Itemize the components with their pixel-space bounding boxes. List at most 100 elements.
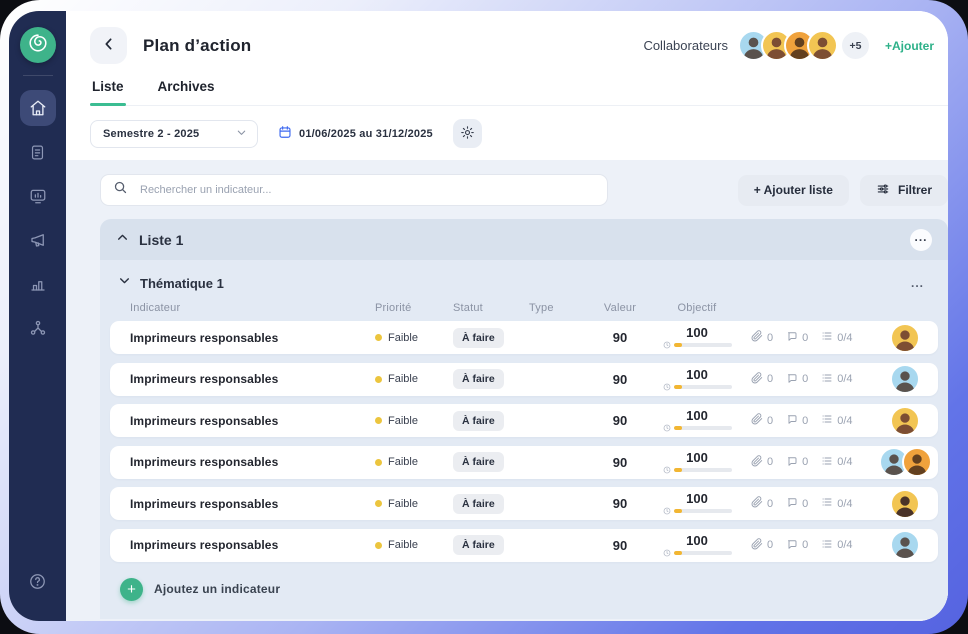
paperclip-icon xyxy=(751,496,763,511)
avatar-group[interactable] xyxy=(879,447,938,477)
add-indicator-row[interactable]: + Ajoutez un indicateur xyxy=(120,578,938,601)
checklist-meta[interactable]: 0/4 xyxy=(821,496,852,511)
avatar-group[interactable] xyxy=(890,364,926,394)
list-section-header[interactable]: Liste 1 ... xyxy=(100,219,948,260)
value-cell: 90 xyxy=(589,455,651,470)
sidebar-item-network[interactable] xyxy=(20,310,56,346)
status-cell: À faire xyxy=(453,452,529,472)
attachments-meta[interactable]: 0 xyxy=(751,330,773,345)
add-collaborator-button[interactable]: +Ajouter xyxy=(885,39,934,53)
value-cell: 90 xyxy=(589,538,651,553)
col-statut: Statut xyxy=(453,302,529,314)
attachments-meta[interactable]: 0 xyxy=(751,372,773,387)
plus-icon[interactable]: + xyxy=(120,578,143,601)
checklist-meta[interactable]: 0/4 xyxy=(821,330,852,345)
back-button[interactable] xyxy=(90,27,127,64)
progress-bar xyxy=(674,426,732,430)
comments-count: 0 xyxy=(802,456,808,468)
device-frame: Plan d’action Collaborateurs +5 +Ajouter… xyxy=(0,0,968,634)
attachments-meta[interactable]: 0 xyxy=(751,538,773,553)
search-input[interactable] xyxy=(138,183,595,197)
table-row[interactable]: Imprimeurs responsables Faible À faire 9… xyxy=(110,404,938,437)
filter-button[interactable]: Filtrer xyxy=(860,175,948,206)
attachments-meta[interactable]: 0 xyxy=(751,455,773,470)
checklist-count: 0/4 xyxy=(837,332,852,344)
checklist-meta[interactable]: 0/4 xyxy=(821,413,852,428)
filter-button-label: Filtrer xyxy=(898,183,932,197)
sidebar-divider xyxy=(23,75,53,76)
table-row[interactable]: Imprimeurs responsables Faible À faire 9… xyxy=(110,321,938,354)
avatar-group[interactable] xyxy=(890,406,926,436)
comments-meta[interactable]: 0 xyxy=(786,330,808,345)
comments-meta[interactable]: 0 xyxy=(786,455,808,470)
clock-icon xyxy=(663,507,671,515)
table-row[interactable]: Imprimeurs responsables Faible À faire 9… xyxy=(110,529,938,562)
theme-more-button[interactable]: ... xyxy=(905,275,930,291)
tab-archives[interactable]: Archives xyxy=(156,79,217,105)
collaborator-avatars[interactable] xyxy=(738,30,838,61)
meta-cell: 0 0 0/4 xyxy=(751,496,879,511)
list-more-button[interactable]: ... xyxy=(910,229,932,251)
checklist-count: 0/4 xyxy=(837,373,852,385)
document-icon xyxy=(29,144,46,161)
attachments-count: 0 xyxy=(767,539,773,551)
avatar-group[interactable] xyxy=(890,323,926,353)
objective-value: 100 xyxy=(686,451,708,464)
comment-icon xyxy=(786,496,798,511)
attachments-meta[interactable]: 0 xyxy=(751,413,773,428)
checklist-meta[interactable]: 0/4 xyxy=(821,538,852,553)
date-range-picker[interactable]: 01/06/2025 au 31/12/2025 xyxy=(278,125,433,142)
value-cell: 90 xyxy=(589,372,651,387)
bar-chart-icon xyxy=(29,275,47,293)
comments-count: 0 xyxy=(802,373,808,385)
filter-row: Semestre 2 - 2025 01/06/2025 au 31/12/20… xyxy=(66,106,948,160)
settings-button[interactable] xyxy=(453,119,482,148)
col-priorite: Priorité xyxy=(375,302,453,314)
comments-meta[interactable]: 0 xyxy=(786,538,808,553)
add-list-button[interactable]: + Ajouter liste xyxy=(738,175,849,206)
network-icon xyxy=(29,319,47,337)
status-badge: À faire xyxy=(453,328,504,348)
chevron-down-icon xyxy=(236,127,247,141)
clock-icon xyxy=(663,424,671,432)
theme-header[interactable]: Thématique 1 ... xyxy=(110,272,938,292)
table-row[interactable]: Imprimeurs responsables Faible À faire 9… xyxy=(110,487,938,520)
comments-meta[interactable]: 0 xyxy=(786,496,808,511)
collaborators-more-badge[interactable]: +5 xyxy=(840,30,871,61)
status-cell: À faire xyxy=(453,328,529,348)
rows-host: Imprimeurs responsables Faible À faire 9… xyxy=(110,321,938,562)
sidebar-item-documents[interactable] xyxy=(20,134,56,170)
tab-liste[interactable]: Liste xyxy=(90,79,126,105)
table-row[interactable]: Imprimeurs responsables Faible À faire 9… xyxy=(110,363,938,396)
sidebar-item-dashboard[interactable] xyxy=(20,178,56,214)
priority-cell: Faible xyxy=(375,332,453,344)
table-row[interactable]: Imprimeurs responsables Faible À faire 9… xyxy=(110,446,938,479)
sidebar-item-statistics[interactable] xyxy=(20,266,56,302)
search-box xyxy=(100,174,608,206)
value-cell: 90 xyxy=(589,496,651,511)
sidebar-item-home[interactable] xyxy=(20,90,56,126)
list-section: Liste 1 ... Thématique 1 ... Indicat xyxy=(100,219,948,619)
comments-meta[interactable]: 0 xyxy=(786,413,808,428)
priority-cell: Faible xyxy=(375,456,453,468)
list-section-body: Thématique 1 ... Indicateur Priorité Sta… xyxy=(100,260,948,619)
indicator-name: Imprimeurs responsables xyxy=(130,331,375,345)
theme-title: Thématique 1 xyxy=(140,276,224,291)
comments-meta[interactable]: 0 xyxy=(786,372,808,387)
checklist-meta[interactable]: 0/4 xyxy=(821,455,852,470)
period-select[interactable]: Semestre 2 - 2025 xyxy=(90,120,258,148)
avatar-group[interactable] xyxy=(890,530,926,560)
attachments-meta[interactable]: 0 xyxy=(751,496,773,511)
checklist-meta[interactable]: 0/4 xyxy=(821,372,852,387)
objective-cell: 100 xyxy=(651,492,743,515)
indicator-name: Imprimeurs responsables xyxy=(130,372,375,386)
sidebar-item-communication[interactable] xyxy=(20,222,56,258)
priority-label: Faible xyxy=(388,415,418,427)
app-logo[interactable] xyxy=(20,27,56,63)
checklist-count: 0/4 xyxy=(837,539,852,551)
avatar-group[interactable] xyxy=(890,489,926,519)
sidebar-item-help[interactable] xyxy=(20,563,56,599)
objective-value: 100 xyxy=(686,326,708,339)
attachments-count: 0 xyxy=(767,415,773,427)
comments-count: 0 xyxy=(802,498,808,510)
